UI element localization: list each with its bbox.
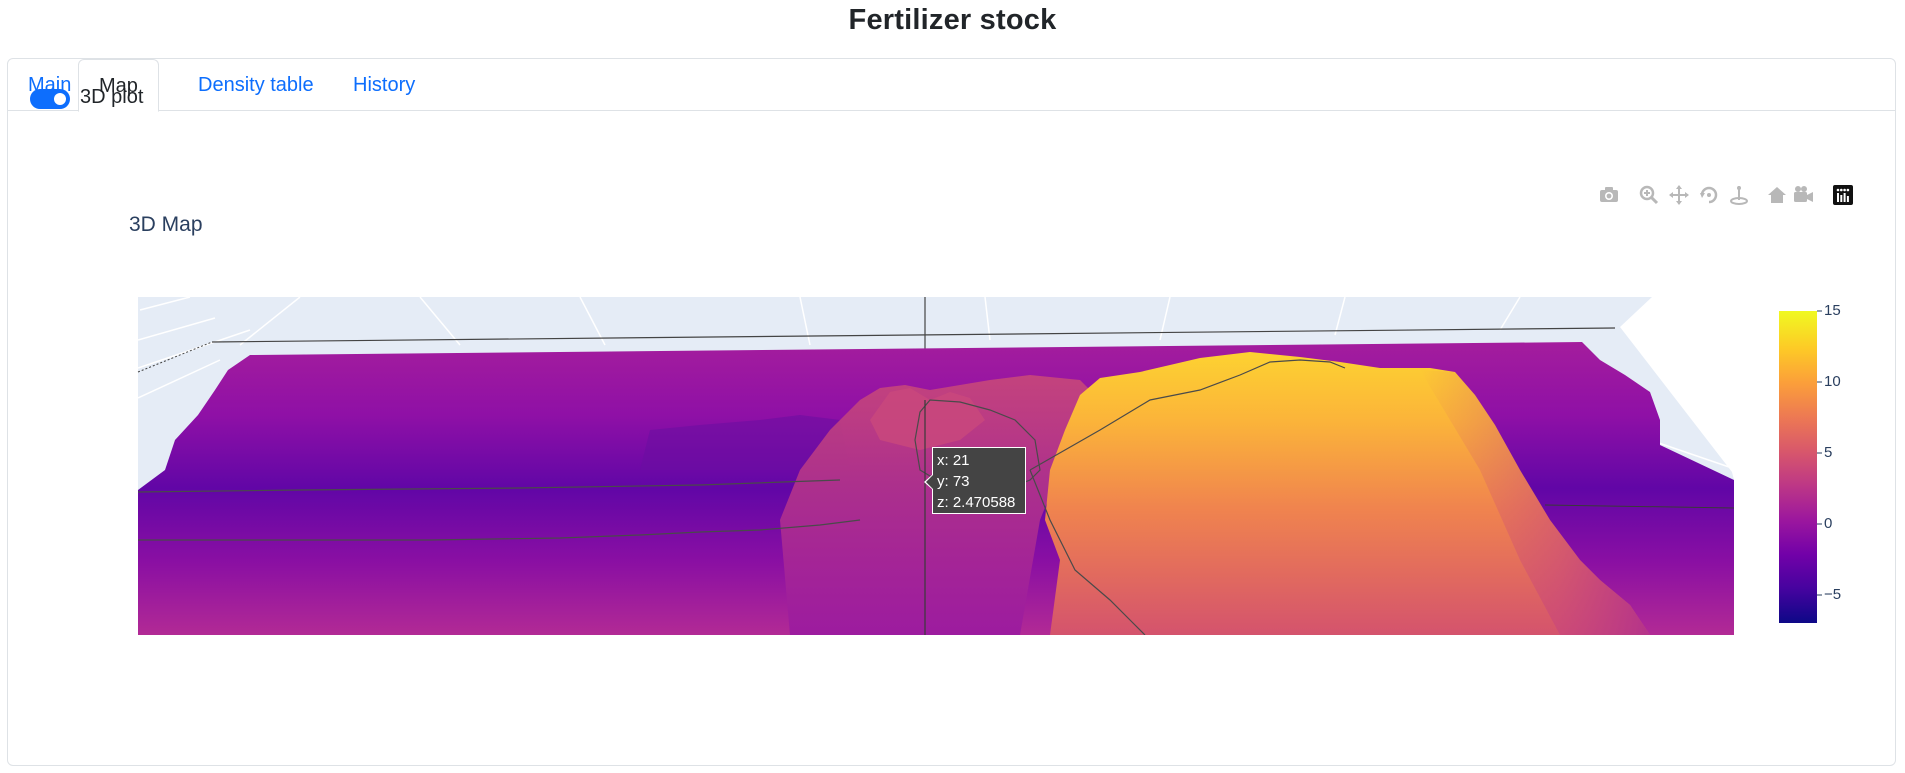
colorbar-tick-label: 10 bbox=[1824, 373, 1841, 390]
zoom-icon[interactable] bbox=[1638, 184, 1662, 208]
hover-x: x: 21 bbox=[937, 452, 970, 469]
hover-arrow-inner bbox=[926, 475, 933, 489]
colorbar bbox=[1779, 311, 1817, 623]
orbit-rotation-icon[interactable] bbox=[1698, 184, 1722, 208]
turntable-rotation-icon[interactable] bbox=[1728, 184, 1752, 208]
hover-z: z: 2.470588 bbox=[937, 494, 1016, 511]
plotly-logo-icon[interactable] bbox=[1832, 184, 1856, 208]
camera-last-save-icon[interactable] bbox=[1792, 184, 1816, 208]
reset-camera-home-icon[interactable] bbox=[1766, 184, 1790, 208]
colorbar-tick-label: −5 bbox=[1824, 586, 1842, 603]
surface-plot[interactable] bbox=[0, 0, 1905, 773]
pan-icon[interactable] bbox=[1668, 184, 1692, 208]
colorbar-ticks bbox=[1817, 310, 1822, 596]
plot-title: 3D Map bbox=[129, 213, 203, 236]
camera-icon[interactable] bbox=[1598, 184, 1622, 208]
colorbar-tick-label: 0 bbox=[1824, 515, 1833, 532]
hover-tooltip: x: 21 y: 73 z: 2.470588 bbox=[932, 447, 1026, 514]
colorbar-tick-label: 5 bbox=[1824, 444, 1833, 461]
hover-y: y: 73 bbox=[937, 473, 970, 490]
colorbar-tick-label: 15 bbox=[1824, 302, 1841, 319]
